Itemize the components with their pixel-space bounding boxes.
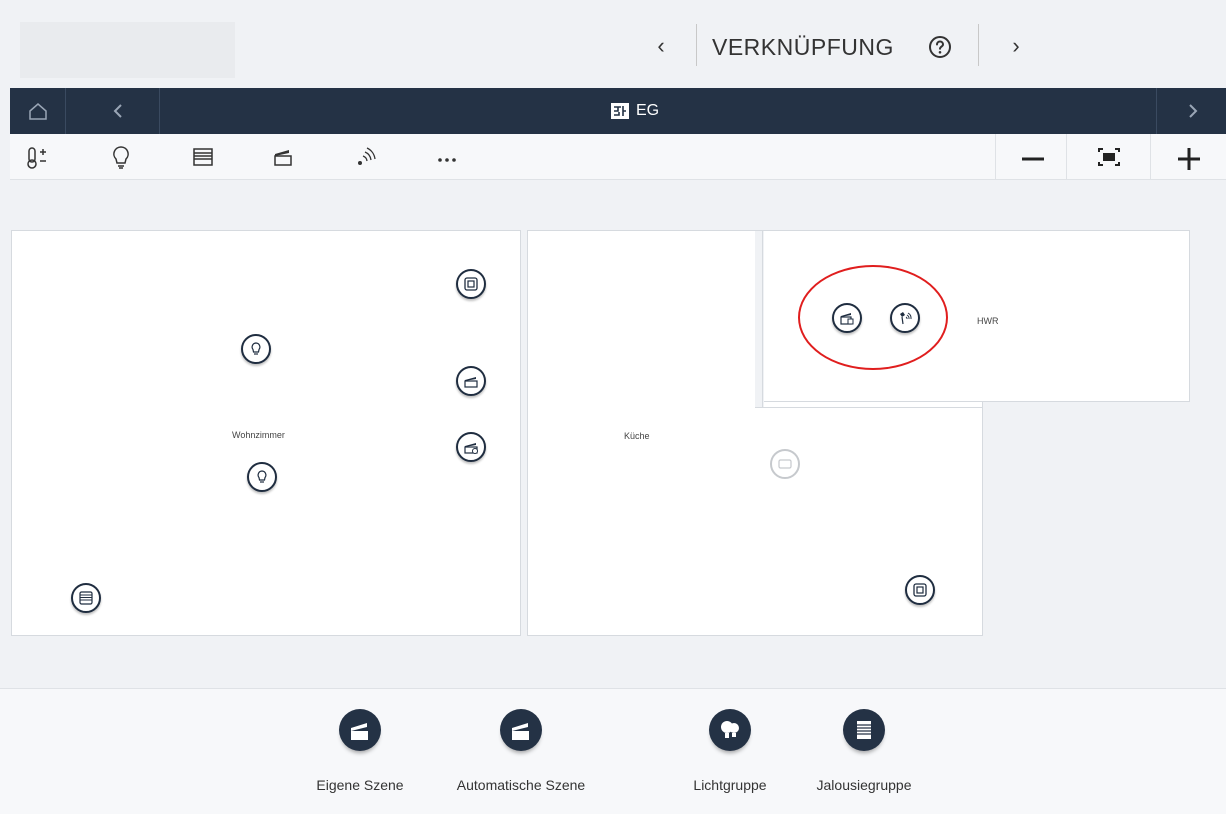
- sensor-icon[interactable]: [350, 142, 380, 172]
- light-device-icon[interactable]: [241, 334, 271, 364]
- divider: [1150, 134, 1151, 180]
- room-label: HWR: [977, 316, 999, 326]
- help-icon[interactable]: [928, 35, 952, 59]
- room-divider: [755, 407, 983, 408]
- button-label: Automatische Szene: [456, 777, 586, 793]
- home-button[interactable]: [10, 88, 66, 134]
- chevron-right-icon: [1189, 104, 1198, 118]
- divider: [995, 134, 996, 180]
- title-bar: ‹ VERKNÜPFUNG ›: [0, 0, 1226, 88]
- fit-screen-icon[interactable]: [1094, 142, 1124, 172]
- page-title: VERKNÜPFUNG: [712, 34, 894, 60]
- floor-next-button[interactable]: [1156, 88, 1226, 134]
- button-label: Eigene Szene: [316, 777, 404, 793]
- blind-group-icon: [843, 709, 885, 751]
- more-icon[interactable]: [432, 142, 462, 172]
- floor-title[interactable]: EG: [610, 100, 659, 122]
- thermostat-icon[interactable]: [24, 142, 54, 172]
- scene-icon: [339, 709, 381, 751]
- light-group-icon: [709, 709, 751, 751]
- filter-toolbar: [10, 134, 1226, 180]
- display-device-icon[interactable]: [770, 449, 800, 479]
- prev-page-button[interactable]: ‹: [651, 32, 671, 60]
- divider: [1066, 134, 1067, 180]
- next-page-button[interactable]: ›: [1006, 32, 1026, 60]
- highlight-circle: [798, 265, 948, 370]
- room-wohnzimmer[interactable]: Wohnzimmer: [11, 230, 521, 636]
- divider: [978, 24, 979, 66]
- zoom-in-icon[interactable]: [1174, 142, 1204, 172]
- auto-scene-device-icon[interactable]: [456, 432, 486, 462]
- light-device-icon[interactable]: [247, 462, 277, 492]
- socket-device-icon[interactable]: [456, 269, 486, 299]
- scene-icon[interactable]: [268, 142, 298, 172]
- room-divider: [762, 231, 763, 408]
- button-label: Lichtgruppe: [693, 777, 767, 793]
- logo-placeholder: [20, 22, 235, 78]
- link-type-bar: Eigene Szene Automatische Szene Lichtgru…: [0, 688, 1226, 814]
- blind-device-icon[interactable]: [71, 583, 101, 613]
- own-scene-button[interactable]: Eigene Szene: [305, 709, 415, 793]
- socket-device-icon[interactable]: [905, 575, 935, 605]
- home-icon: [29, 103, 47, 120]
- scene-device-icon[interactable]: [456, 366, 486, 396]
- floor-name: EG: [636, 102, 660, 119]
- room-label: Küche: [624, 431, 650, 441]
- floorplan-icon: [611, 103, 629, 119]
- blind-icon[interactable]: [188, 142, 218, 172]
- button-label: Jalousiegruppe: [816, 777, 912, 793]
- blind-group-button[interactable]: Jalousiegruppe: [802, 709, 926, 793]
- light-group-button[interactable]: Lichtgruppe: [678, 709, 782, 793]
- floor-navbar: EG: [10, 88, 1226, 134]
- light-bulb-icon[interactable]: [106, 142, 136, 172]
- zoom-out-icon[interactable]: [1018, 142, 1048, 172]
- auto-scene-button[interactable]: Automatische Szene: [440, 709, 602, 793]
- divider: [696, 24, 697, 66]
- floor-prev-button[interactable]: [80, 88, 160, 134]
- scene-icon: [500, 709, 542, 751]
- chevron-left-icon: [113, 104, 122, 118]
- room-label: Wohnzimmer: [232, 430, 285, 440]
